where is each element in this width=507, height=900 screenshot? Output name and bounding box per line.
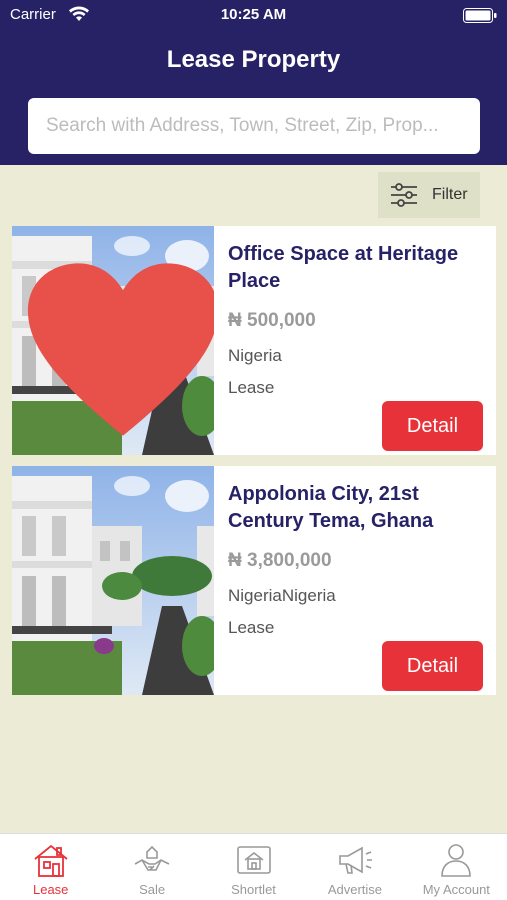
tab-label: Shortlet xyxy=(231,882,276,897)
listing-price: ₦ 500,000 xyxy=(228,310,316,331)
property-photo[interactable] xyxy=(12,466,214,695)
listing-price: ₦ 3,800,000 xyxy=(228,550,332,571)
tab-advertise[interactable]: Advertise xyxy=(304,834,405,900)
filter-label: Filter xyxy=(432,186,468,203)
tab-label: Advertise xyxy=(327,882,383,897)
page-title: Lease Property xyxy=(166,46,341,73)
bottom-tab-bar: Lease Sale Shortlet Advertise My Account xyxy=(0,833,507,900)
tab-label: My Account xyxy=(422,882,490,897)
sliders-icon xyxy=(391,183,417,207)
tab-sale[interactable]: Sale xyxy=(101,834,202,900)
detail-button[interactable]: Detail xyxy=(382,641,483,691)
app-header: Carrier 10:25 AM Lease Property xyxy=(0,0,507,165)
tab-label: Sale xyxy=(139,882,166,897)
status-time: 10:25 AM xyxy=(220,6,287,23)
heart-icon[interactable] xyxy=(22,238,214,455)
listing-type: Lease xyxy=(228,378,275,397)
tab-label: Lease xyxy=(32,882,69,897)
listing-location: NigeriaNigeria xyxy=(228,586,336,605)
listing-title: Office Space at Heritage Place xyxy=(228,243,459,292)
tab-my-account[interactable]: My Account xyxy=(406,834,507,900)
listing-type: Lease xyxy=(228,618,275,637)
filter-button[interactable]: Filter xyxy=(378,172,480,218)
search-input[interactable] xyxy=(28,98,480,154)
listing-card[interactable]: Appolonia City, 21st Century Tema, Ghana… xyxy=(12,466,496,695)
tab-shortlet[interactable]: Shortlet xyxy=(203,834,304,900)
house-frame-icon xyxy=(236,846,271,874)
handshake-icon xyxy=(134,845,170,871)
listing-title: Appolonia City, 21st Century Tema, Ghana xyxy=(228,483,434,532)
user-icon xyxy=(441,844,472,877)
status-bar: Carrier 10:25 AM xyxy=(0,0,507,30)
listing-location: Nigeria xyxy=(228,346,282,365)
property-photo[interactable] xyxy=(12,226,214,455)
tab-lease[interactable]: Lease xyxy=(0,834,101,900)
battery-icon xyxy=(463,8,497,23)
listing-card[interactable]: Office Space at Heritage Place ₦ 500,000… xyxy=(12,226,496,455)
megaphone-icon xyxy=(339,846,372,874)
property-photo-illustration xyxy=(12,466,214,695)
house-icon xyxy=(34,844,68,877)
detail-button[interactable]: Detail xyxy=(382,401,483,451)
